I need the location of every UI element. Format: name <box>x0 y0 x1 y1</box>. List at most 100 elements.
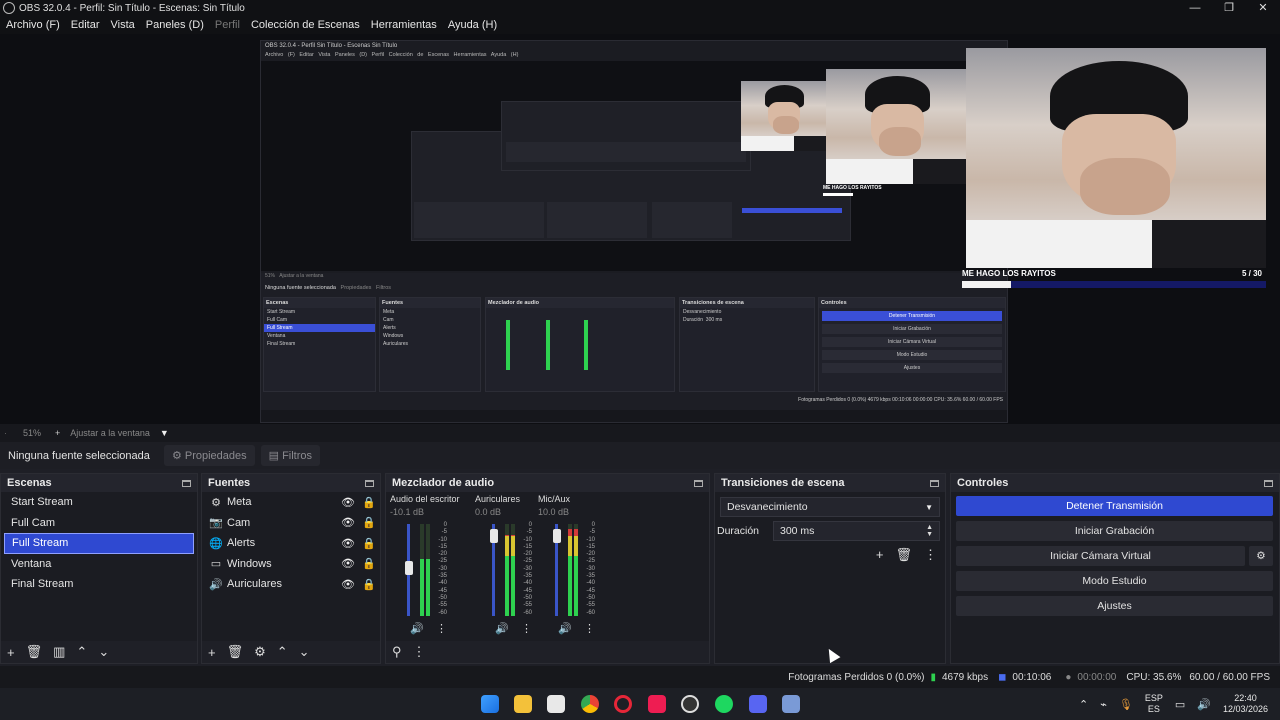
chevron-up-icon[interactable]: ⌃ <box>76 644 87 660</box>
meter-scale: 0 -5 -10 -15 -20 -25 -30 -35 -40 -45 -50 -55 -60 <box>518 522 532 617</box>
nested-meter <box>546 320 550 370</box>
more-icon[interactable]: ⋮ <box>584 622 595 635</box>
menu-vista[interactable]: Vista <box>111 19 135 31</box>
trash-icon[interactable]: 🗑 <box>895 547 912 563</box>
menu-coleccion-escenas[interactable]: Colección de Escenas <box>251 19 360 31</box>
chevron-up-icon[interactable]: ⌃ <box>1079 698 1088 711</box>
nested-duration-label: Duración <box>683 317 704 323</box>
zoom-value[interactable]: 51% <box>23 428 41 438</box>
add-icon[interactable]: + <box>876 547 884 563</box>
scene-item[interactable]: Final Stream <box>4 574 194 595</box>
menu-perfil[interactable]: Perfil <box>215 19 240 31</box>
start-menu-icon[interactable] <box>481 695 499 713</box>
start-virtual-camera-button[interactable]: Iniciar Cámara Virtual <box>956 546 1245 566</box>
obs-taskbar-icon[interactable] <box>681 695 699 713</box>
duration-spinbox[interactable]: 300 ms ▲ ▼ <box>773 521 940 541</box>
network-icon[interactable]: ⌁ <box>1100 698 1107 711</box>
more-icon[interactable]: ⋮ <box>436 622 447 635</box>
microphone-icon[interactable]: 🎙 <box>1119 698 1133 711</box>
gear-icon[interactable]: ⚙ <box>254 644 266 660</box>
more-icon[interactable]: ⋮ <box>413 644 426 660</box>
chevron-down-icon[interactable]: ▼ <box>160 428 169 438</box>
language-indicator[interactable]: ESP ES <box>1145 693 1163 715</box>
tiktok-icon[interactable] <box>648 695 666 713</box>
mute-icon[interactable]: 🔊 <box>495 622 509 635</box>
volume-fader-knob[interactable] <box>404 560 413 575</box>
transition-select[interactable]: Desvanecimiento ▼ <box>720 497 940 517</box>
source-item[interactable]: 🔊 Auriculares 👁 🔒 <box>202 574 380 595</box>
undock-icon[interactable] <box>694 479 703 487</box>
meter-scale: 0 -5 -10 -15 -20 -25 -30 -35 -40 -45 -50 -55 -60 <box>581 522 595 617</box>
mute-icon[interactable]: 🔊 <box>558 622 572 635</box>
more-icon[interactable]: ⋮ <box>521 622 532 635</box>
source-item[interactable]: ⚙ Meta 👁 🔒 <box>202 492 380 513</box>
stop-streaming-button[interactable]: Detener Transmisión <box>956 496 1273 516</box>
chevron-up-icon[interactable]: ⌃ <box>277 644 288 660</box>
zoom-fit-label[interactable]: Ajustar a la ventana <box>70 428 150 438</box>
add-icon[interactable]: + <box>208 645 216 660</box>
chrome-icon[interactable] <box>581 695 599 713</box>
mute-icon[interactable]: 🔊 <box>410 622 424 635</box>
eye-icon[interactable]: 👁 <box>341 578 355 591</box>
scene-item-selected[interactable]: Full Stream <box>4 533 194 554</box>
trash-icon[interactable]: 🗑 <box>227 644 244 660</box>
undock-icon[interactable] <box>1264 479 1273 487</box>
source-item[interactable]: 📷 Cam 👁 🔒 <box>202 513 380 534</box>
filters-button[interactable]: ▤ Filtros <box>260 445 321 466</box>
discord-icon[interactable] <box>749 695 767 713</box>
menu-paneles[interactable]: Paneles (D) <box>146 19 204 31</box>
maximize-button[interactable]: ❐ <box>1212 0 1246 16</box>
start-recording-button[interactable]: Iniciar Grabación <box>956 521 1273 541</box>
volume-icon[interactable]: 🔊 <box>1197 698 1211 711</box>
display-icon[interactable]: ▭ <box>1175 698 1185 711</box>
scale-tick: -5 <box>526 529 532 536</box>
scale-tick: -50 <box>523 594 532 601</box>
minimize-button[interactable]: — <box>1178 0 1212 16</box>
undock-icon[interactable] <box>182 479 191 487</box>
lock-icon[interactable]: 🔒 <box>362 516 376 529</box>
source-item[interactable]: 🌐 Alerts 👁 🔒 <box>202 533 380 554</box>
add-icon[interactable]: + <box>7 645 15 660</box>
file-explorer-icon[interactable] <box>514 695 532 713</box>
lock-icon[interactable]: 🔒 <box>362 578 376 591</box>
eye-icon[interactable]: 👁 <box>341 496 355 509</box>
link-icon[interactable]: ⚲ <box>392 644 402 660</box>
menu-ayuda[interactable]: Ayuda (H) <box>448 19 497 31</box>
eye-icon[interactable]: 👁 <box>341 557 355 570</box>
scene-item[interactable]: Full Cam <box>4 513 194 534</box>
more-icon[interactable]: ⋮ <box>924 547 937 563</box>
zoom-in-button[interactable]: + <box>55 428 60 438</box>
close-button[interactable]: ✕ <box>1246 0 1280 16</box>
scene-item[interactable]: Ventana <box>4 554 194 575</box>
menu-archivo[interactable]: Archivo (F) <box>6 19 60 31</box>
gear-icon[interactable]: ⚙ <box>1249 546 1273 566</box>
properties-button[interactable]: ⚙ Propiedades <box>164 445 255 466</box>
settings-button[interactable]: Ajustes <box>956 596 1273 616</box>
menu-editar[interactable]: Editar <box>71 19 100 31</box>
lock-icon[interactable]: 🔒 <box>362 537 376 550</box>
preview-canvas[interactable]: OBS 32.0.4 - Perfil Sin Título - Escenas… <box>0 34 1280 424</box>
source-item[interactable]: ▭ Windows 👁 🔒 <box>202 554 380 575</box>
undock-icon[interactable] <box>930 479 939 487</box>
app-icon[interactable] <box>782 695 800 713</box>
menu-herramientas[interactable]: Herramientas <box>371 19 437 31</box>
opera-gx-icon[interactable] <box>614 695 632 713</box>
filter-icon[interactable]: ▥ <box>53 644 65 660</box>
scene-item[interactable]: Start Stream <box>4 492 194 513</box>
chevron-down-icon[interactable]: ⌄ <box>299 644 310 660</box>
lock-icon[interactable]: 🔒 <box>362 496 376 509</box>
fps: 60.00 / 60.00 FPS <box>1189 671 1270 683</box>
spotify-icon[interactable] <box>715 695 733 713</box>
eye-icon[interactable]: 👁 <box>341 516 355 529</box>
chevron-down-icon[interactable]: ⌄ <box>98 644 109 660</box>
studio-mode-button[interactable]: Modo Estudio <box>956 571 1273 591</box>
trash-icon[interactable]: 🗑 <box>26 644 43 660</box>
volume-fader-knob[interactable] <box>489 528 498 543</box>
volume-fader-knob[interactable] <box>552 528 561 543</box>
duration-label: Duración <box>717 525 760 537</box>
app-icon[interactable] <box>547 695 565 713</box>
lock-icon[interactable]: 🔒 <box>362 557 376 570</box>
eye-icon[interactable]: 👁 <box>341 537 355 550</box>
undock-icon[interactable] <box>365 479 374 487</box>
clock[interactable]: 22:40 12/03/2026 <box>1223 693 1268 715</box>
